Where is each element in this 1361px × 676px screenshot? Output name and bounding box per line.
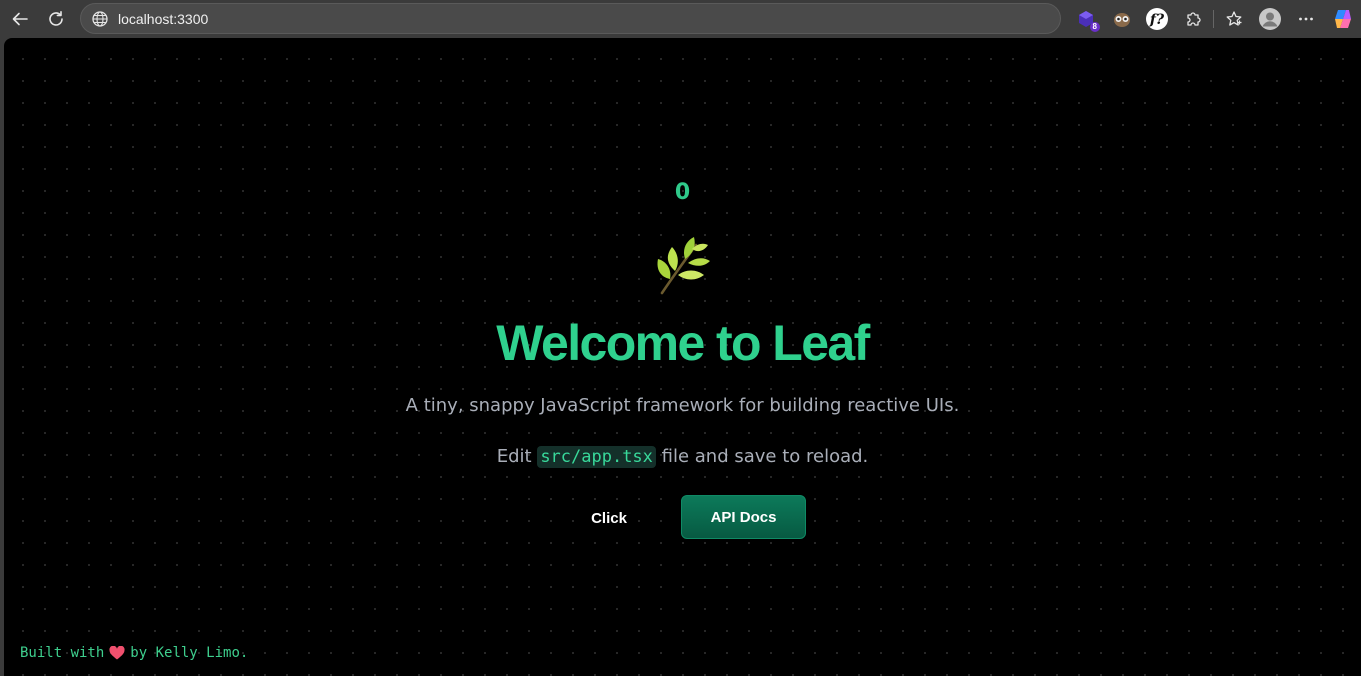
more-icon	[1299, 17, 1313, 21]
puzzle-icon	[1187, 12, 1201, 26]
code-snippet: src/app.tsx	[537, 446, 656, 468]
page-content: 0 Welcome to Leaf A tiny, snappy JavaScr…	[4, 38, 1361, 676]
reload-button[interactable]	[41, 4, 71, 34]
extension-cube-button[interactable]: 8	[1071, 4, 1101, 34]
favorites-button[interactable]	[1219, 4, 1249, 34]
page-subtitle: A tiny, snappy JavaScript framework for …	[405, 395, 960, 416]
edit-prefix: Edit	[496, 446, 538, 467]
copilot-icon	[1335, 10, 1351, 28]
svg-text:f?: f?	[1149, 12, 1165, 28]
edit-suffix: file and save to reload.	[655, 446, 869, 467]
back-button[interactable]	[5, 4, 35, 34]
arrow-left-icon	[12, 12, 28, 26]
font-finder-icon: f?	[1146, 8, 1168, 30]
address-bar[interactable]: localhost:3300	[80, 3, 1061, 34]
more-button[interactable]	[1291, 4, 1321, 34]
page-title: Welcome to Leaf	[496, 315, 870, 371]
reload-icon	[49, 11, 63, 26]
api-docs-button[interactable]: API Docs	[681, 495, 806, 539]
leaf-icon	[657, 237, 710, 295]
url-text[interactable]: localhost:3300	[118, 11, 208, 27]
click-button[interactable]: Click	[573, 496, 645, 540]
footer-prefix: Built with	[20, 645, 105, 661]
avatar-icon	[1259, 8, 1281, 30]
star-icon	[1226, 11, 1242, 26]
globe-icon[interactable]	[91, 10, 109, 28]
font-finder-button[interactable]: f?	[1142, 4, 1172, 34]
owl-extension-icon	[1114, 13, 1130, 27]
heart-icon	[109, 646, 125, 660]
owl-extension-button[interactable]	[1107, 4, 1137, 34]
footer-credit: Built with by Kelly Limo.	[20, 645, 248, 661]
page-viewport: 0 Welcome to Leaf A tiny, snappy JavaScr…	[4, 38, 1361, 676]
footer-suffix: by Kelly Limo.	[130, 645, 249, 661]
counter-value: 0	[674, 180, 691, 205]
profile-button[interactable]	[1255, 4, 1285, 34]
toolbar-divider	[1213, 10, 1214, 28]
copilot-button[interactable]	[1328, 4, 1358, 34]
browser-toolbar: localhost:3300 8 f?	[0, 0, 1361, 38]
edit-instruction: Edit src/app.tsx file and save to reload…	[4, 446, 1361, 468]
extension-badge: 8	[1089, 22, 1100, 32]
extensions-button[interactable]	[1178, 4, 1208, 34]
